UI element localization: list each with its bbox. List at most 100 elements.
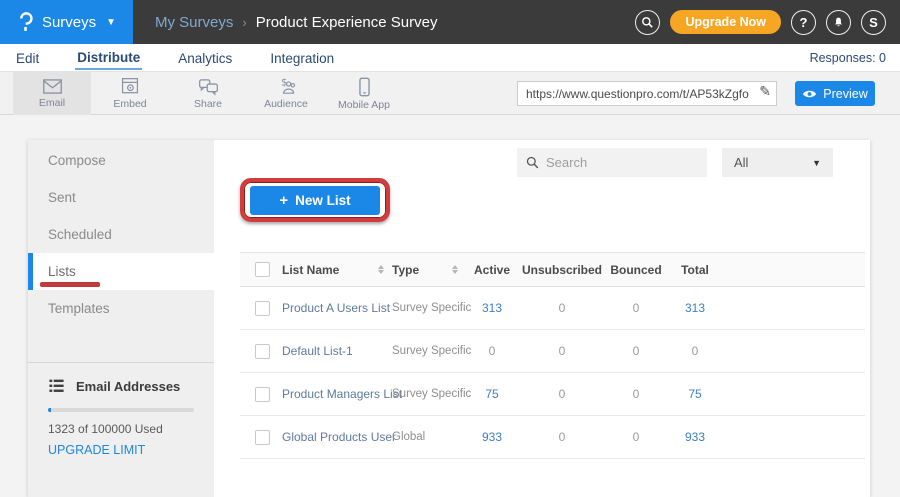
survey-url-field: ✎: [517, 81, 777, 106]
chevron-down-icon: ▼: [106, 17, 116, 28]
sort-icon: [378, 265, 384, 274]
active-count[interactable]: 75: [466, 387, 518, 401]
column-header-unsubscribed: Unsubscribed: [518, 263, 606, 277]
list-name-link[interactable]: Product A Users List: [282, 301, 392, 315]
row-checkbox[interactable]: [255, 387, 270, 402]
list-filter-dropdown[interactable]: All ▼: [722, 148, 833, 177]
user-avatar[interactable]: S: [861, 10, 886, 35]
list-type: Global: [392, 431, 466, 443]
channel-audience-label: Audience: [264, 98, 308, 110]
mobile-app-icon: [358, 77, 371, 97]
list-name-link[interactable]: Default List-1: [282, 344, 392, 358]
questionpro-logo-icon: [17, 11, 34, 33]
upgrade-limit-link[interactable]: UPGRADE LIMIT: [48, 443, 196, 457]
select-all-checkbox[interactable]: [255, 262, 270, 277]
sidebar-item-lists-label: Lists: [48, 264, 76, 279]
table-row: Product A Users List Survey Specific 313…: [240, 287, 865, 330]
channel-embed-button[interactable]: Embed: [91, 72, 169, 115]
list-type: Survey Specific: [392, 345, 466, 357]
channel-mobile-app-button[interactable]: Mobile App: [325, 72, 403, 115]
list-name-link[interactable]: Global Products User: [282, 430, 392, 444]
search-button[interactable]: [635, 10, 660, 35]
search-icon: [641, 16, 654, 29]
list-search-box: [517, 148, 707, 177]
top-header: Surveys ▼ My Surveys › Product Experienc…: [0, 0, 900, 44]
notifications-button[interactable]: [826, 10, 851, 35]
survey-url-input[interactable]: [517, 81, 777, 106]
active-count[interactable]: 313: [466, 301, 518, 315]
sidebar-item-templates[interactable]: Templates: [28, 290, 214, 327]
total-count[interactable]: 933: [666, 430, 724, 444]
embed-icon: [120, 77, 140, 96]
preview-button[interactable]: Preview: [795, 81, 875, 106]
email-usage-progress: [48, 408, 194, 412]
tab-integration[interactable]: Integration: [268, 47, 336, 69]
bell-icon: [832, 16, 845, 29]
breadcrumb-current-survey: Product Experience Survey: [256, 14, 438, 31]
table-row: Product Managers List Survey Specific 75…: [240, 373, 865, 416]
breadcrumb-my-surveys[interactable]: My Surveys: [155, 14, 233, 31]
channel-audience-button[interactable]: $ Audience: [247, 72, 325, 115]
unsubscribed-count: 0: [518, 344, 606, 358]
channel-email-label: Email: [39, 97, 65, 109]
edit-url-icon[interactable]: ✎: [759, 84, 771, 100]
list-type: Survey Specific: [392, 388, 466, 400]
email-sidebar-nav: Compose Sent Scheduled Lists Templates: [28, 142, 214, 327]
share-icon: [198, 78, 219, 96]
lists-table-header: List Name Type Active Unsubscribed Bounc…: [240, 252, 865, 287]
column-header-type[interactable]: Type: [392, 263, 466, 277]
row-checkbox[interactable]: [255, 301, 270, 316]
row-checkbox[interactable]: [255, 430, 270, 445]
upgrade-now-button[interactable]: Upgrade Now: [670, 10, 781, 34]
new-list-label: New List: [295, 193, 351, 208]
email-addresses-section: Email Addresses 1323 of 100000 Used UPGR…: [48, 378, 196, 457]
survey-tab-bar: Edit Distribute Analytics Integration Re…: [0, 44, 900, 72]
email-addresses-list-icon: [48, 378, 65, 394]
type-header-label: Type: [392, 263, 419, 277]
email-icon: [42, 78, 63, 95]
total-count[interactable]: 313: [666, 301, 724, 315]
table-row: Global Products User Global 933 0 0 933: [240, 416, 865, 459]
list-name-link[interactable]: Product Managers List: [282, 387, 392, 401]
total-count: 0: [666, 344, 724, 358]
bounced-count: 0: [606, 301, 666, 315]
total-count[interactable]: 75: [666, 387, 724, 401]
surveys-menu[interactable]: Surveys ▼: [0, 0, 133, 44]
tab-analytics[interactable]: Analytics: [176, 47, 234, 69]
lists-table: List Name Type Active Unsubscribed Bounc…: [240, 252, 865, 459]
annotation-underline-lists: [40, 282, 100, 287]
channel-email-button[interactable]: Email: [13, 72, 91, 115]
distribute-toolbar: Email Embed Share $: [0, 72, 900, 115]
sidebar-divider: [28, 362, 214, 363]
annotation-highlight-new-list: + New List: [240, 178, 390, 222]
sidebar-item-scheduled[interactable]: Scheduled: [28, 216, 214, 253]
search-icon: [526, 156, 539, 169]
sort-icon: [452, 265, 458, 274]
eye-icon: [802, 89, 817, 99]
help-button[interactable]: ?: [791, 10, 816, 35]
column-header-bounced: Bounced: [606, 263, 666, 277]
tab-edit[interactable]: Edit: [14, 47, 41, 69]
table-row: Default List-1 Survey Specific 0 0 0 0: [240, 330, 865, 373]
channel-share-label: Share: [194, 98, 222, 110]
list-type: Survey Specific: [392, 302, 466, 314]
search-input[interactable]: [546, 155, 696, 170]
sidebar-item-sent[interactable]: Sent: [28, 179, 214, 216]
filter-selected-value: All: [734, 155, 748, 170]
email-usage-text: 1323 of 100000 Used: [48, 422, 196, 436]
column-header-total: Total: [666, 263, 724, 277]
channel-embed-label: Embed: [113, 98, 146, 110]
tab-distribute[interactable]: Distribute: [75, 46, 142, 70]
active-count[interactable]: 933: [466, 430, 518, 444]
email-lists-panel: Compose Sent Scheduled Lists Templates E…: [28, 140, 870, 497]
sidebar-item-lists[interactable]: Lists: [28, 253, 214, 290]
channel-share-button[interactable]: Share: [169, 72, 247, 115]
responses-count[interactable]: Responses: 0: [810, 51, 900, 65]
column-header-active: Active: [466, 263, 518, 277]
breadcrumb: My Surveys › Product Experience Survey: [155, 14, 437, 31]
new-list-button[interactable]: + New List: [250, 186, 380, 215]
column-header-list-name[interactable]: List Name: [282, 263, 392, 277]
sidebar-item-compose[interactable]: Compose: [28, 142, 214, 179]
row-checkbox[interactable]: [255, 344, 270, 359]
preview-label: Preview: [823, 87, 867, 101]
